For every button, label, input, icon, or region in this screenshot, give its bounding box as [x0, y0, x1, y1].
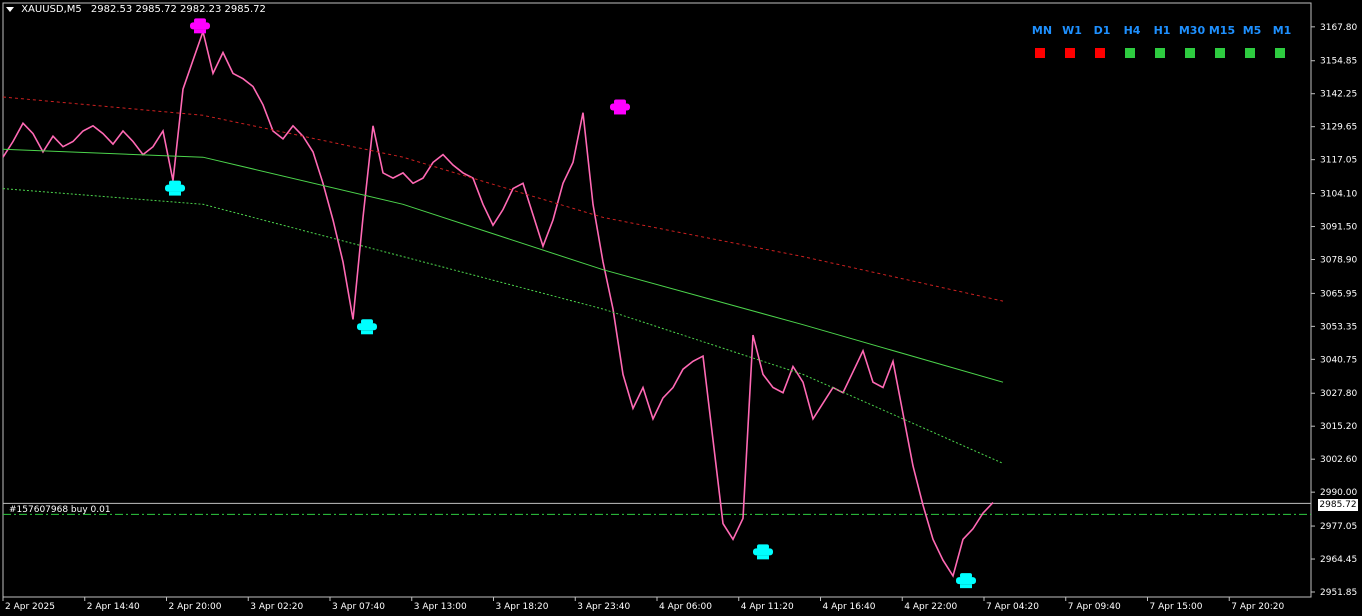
signal-body [956, 577, 976, 585]
y-tick-label: 3065.95 [1320, 289, 1357, 299]
signal-top [960, 573, 972, 579]
chart-canvas[interactable]: 3167.80 3154.85 3142.25 3129.65 3117.05 3104.… [0, 0, 1362, 616]
y-tick-label: 3040.75 [1320, 355, 1357, 365]
tf-status-m5-indicator [1245, 48, 1255, 58]
x-tick-label: 4 Apr 22:00 [904, 602, 957, 612]
signal-top [169, 180, 181, 186]
y-tick-label: 3002.60 [1320, 455, 1357, 465]
x-tick-label: 3 Apr 07:40 [332, 602, 385, 612]
time-axis[interactable]: 2 Apr 2025 2 Apr 14:40 2 Apr 20:00 3 Apr 02… [2, 597, 1284, 612]
y-tick-label: 3104.10 [1320, 190, 1357, 200]
x-tick-label: 4 Apr 11:20 [741, 602, 794, 612]
current-price-tag: 2985.72 [1318, 499, 1358, 511]
signal-body [165, 184, 185, 192]
tf-status-mn-indicator [1035, 48, 1045, 58]
x-tick-label: 4 Apr 16:40 [823, 602, 876, 612]
y-tick-label: 3167.80 [1320, 23, 1357, 33]
signal-buy-marker [357, 319, 377, 335]
signal-sell-marker [190, 18, 210, 34]
signal-body [753, 548, 773, 556]
signal-body [610, 103, 630, 111]
tf-label-m30: M30 [1178, 24, 1206, 37]
tf-label-m15: M15 [1208, 24, 1236, 37]
signal-base [194, 29, 206, 34]
signal-body [190, 22, 210, 30]
tf-status-h1-indicator [1155, 48, 1165, 58]
tf-label-d1: D1 [1093, 24, 1111, 37]
signal-sell-marker [610, 99, 630, 115]
signal-base [361, 330, 373, 335]
tf-status-d1-indicator [1095, 48, 1105, 58]
y-tick-label: 3091.50 [1320, 223, 1357, 233]
x-tick-label: 3 Apr 13:00 [414, 602, 467, 612]
x-tick-label: 7 Apr 04:20 [986, 602, 1039, 612]
tf-label-m1: M1 [1272, 24, 1292, 37]
x-tick-label: 2 Apr 14:40 [87, 602, 140, 612]
y-tick-label: 3129.65 [1320, 123, 1357, 133]
y-tick-label: 3015.20 [1320, 422, 1357, 432]
signal-buy-marker [165, 180, 185, 196]
tf-status-w1-indicator [1065, 48, 1075, 58]
series-lower-dotted [2, 188, 1004, 464]
price-axis[interactable]: 3167.80 3154.85 3142.25 3129.65 3117.05 3104.… [1311, 23, 1357, 598]
signal-buy-marker [753, 544, 773, 560]
y-tick-label: 3142.25 [1320, 90, 1357, 100]
tf-label-mn: MN [1031, 24, 1053, 37]
x-tick-label: 3 Apr 18:20 [496, 602, 549, 612]
x-tick-label: 7 Apr 20:20 [1231, 602, 1284, 612]
signal-layer [165, 18, 976, 589]
series-ma-solid [2, 148, 1004, 383]
signal-base [757, 555, 769, 560]
x-tick-label: 4 Apr 06:00 [659, 602, 712, 612]
x-tick-label: 7 Apr 09:40 [1068, 602, 1121, 612]
dropdown-triangle-icon[interactable] [6, 6, 14, 12]
symbol-label: XAUUSD,M5 [21, 4, 82, 15]
y-tick-label: 3053.35 [1320, 322, 1357, 332]
y-tick-label: 2990.00 [1320, 488, 1357, 498]
signal-buy-marker [956, 573, 976, 589]
tf-status-m30-indicator [1185, 48, 1195, 58]
y-tick-label: 3117.05 [1320, 156, 1357, 166]
x-tick-label: 2 Apr 20:00 [169, 602, 222, 612]
signal-body [357, 323, 377, 331]
tf-label-h1: H1 [1153, 24, 1171, 37]
order-line-label[interactable]: #157607968 buy 0.01 [9, 505, 111, 515]
plot-frame [2, 2, 1312, 598]
signal-top [757, 544, 769, 550]
series-price [2, 28, 994, 578]
signal-base [960, 584, 972, 589]
x-tick-label: 7 Apr 15:00 [1150, 602, 1203, 612]
tf-status-h4-indicator [1125, 48, 1135, 58]
series-layer [2, 28, 1004, 578]
y-tick-label: 2977.05 [1320, 522, 1357, 532]
tf-label-m5: M5 [1242, 24, 1262, 37]
y-tick-label: 3078.90 [1320, 256, 1357, 266]
chart-header: XAUUSD,M5 2982.53 2985.72 2982.23 2985.7… [6, 4, 266, 15]
plot-border [2, 2, 1312, 598]
signal-top [614, 99, 626, 105]
y-tick-label: 2951.85 [1320, 588, 1357, 598]
signal-base [614, 110, 626, 115]
tf-status-m1-indicator [1275, 48, 1285, 58]
timeframe-trend-panel: MN W1 D1 H4 H1 M30 M15 M5 M1 [1027, 24, 1293, 64]
y-tick-label: 3027.80 [1320, 389, 1357, 399]
ohlc-readout: 2982.53 2985.72 2982.23 2985.72 [90, 4, 266, 15]
tf-label-h4: H4 [1123, 24, 1141, 37]
x-tick-label: 3 Apr 02:20 [250, 602, 303, 612]
tf-label-w1: W1 [1062, 24, 1082, 37]
signal-top [361, 319, 373, 325]
y-tick-label: 2964.45 [1320, 555, 1357, 565]
signal-top [194, 18, 206, 24]
x-tick-label: 2 Apr 2025 [5, 602, 55, 612]
series-upper-dashed [2, 96, 1004, 302]
y-tick-label: 3154.85 [1320, 57, 1357, 67]
signal-base [169, 191, 181, 196]
x-tick-label: 3 Apr 23:40 [577, 602, 630, 612]
tf-status-m15-indicator [1215, 48, 1225, 58]
